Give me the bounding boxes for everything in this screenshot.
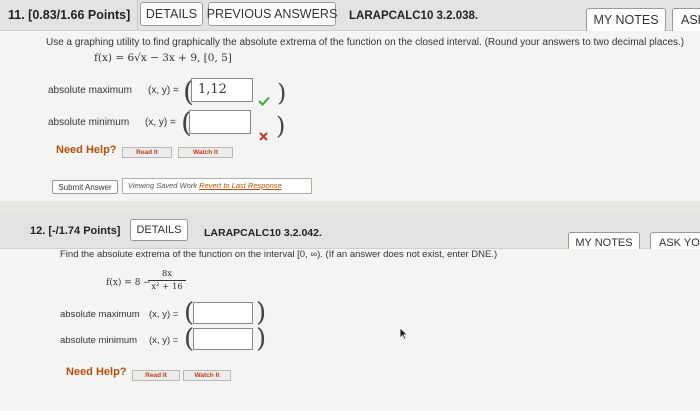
q11-need-help-label: Need Help?: [56, 144, 117, 156]
q11-header-divider: [137, 0, 138, 30]
q11-number-label: 11. [0.83/1.66 Points]: [8, 8, 131, 22]
q11-my-notes-button[interactable]: MY NOTES: [586, 8, 666, 32]
q12-abs-max-input[interactable]: [193, 302, 253, 324]
q12-function-numerator: 8x: [161, 269, 173, 279]
q11-abs-max-close-paren: ): [277, 79, 287, 107]
q12-function-lhs: f(x) = 8 −: [106, 278, 151, 288]
q12-abs-min-label: absolute minimum: [60, 335, 138, 346]
q11-abs-min-input[interactable]: [189, 110, 251, 134]
q11-abs-max-xy-label: (x, y) =: [148, 85, 179, 96]
check-icon: [258, 93, 270, 111]
q11-problem-code: LARAPCALC10 3.2.038.: [349, 10, 479, 22]
cross-icon: [259, 128, 268, 146]
q12-abs-min-close-paren: ): [256, 324, 267, 354]
q11-watch-it-button[interactable]: Watch It: [178, 147, 233, 158]
q12-abs-max-label: absolute maximum: [60, 309, 140, 320]
q11-abs-min-close-paren: ): [276, 112, 286, 140]
q12-details-button[interactable]: DETAILS: [130, 219, 188, 241]
q11-viewing-saved-work: Viewing Saved Work Revert to Last Respon…: [128, 181, 282, 190]
q11-abs-max-label: absolute maximum: [48, 85, 132, 96]
q12-function-fraction: 8x x² + 16: [148, 269, 186, 292]
q11-ask-button[interactable]: ASK: [672, 8, 700, 32]
q12-need-help-label: Need Help?: [66, 366, 127, 378]
q11-details-button[interactable]: DETAILS: [140, 2, 203, 26]
q12-problem-code: LARAPCALC10 3.2.042.: [204, 227, 322, 239]
q11-revert-link[interactable]: Revert to Last Response: [199, 181, 282, 190]
q12-instructions: Find the absolute extrema of the functio…: [60, 249, 498, 260]
q12-body: [0, 249, 700, 411]
q11-abs-min-xy-label: (x, y) =: [145, 117, 176, 128]
q12-abs-max-xy-label: (x, y) =: [149, 309, 179, 320]
q12-abs-min-input[interactable]: [193, 328, 253, 350]
q11-instructions: Use a graphing utility to find graphical…: [46, 37, 685, 48]
q12-function-denominator: x² + 16: [151, 282, 183, 292]
q12-watch-it-button[interactable]: Watch It: [183, 370, 231, 381]
mouse-cursor-icon: [399, 327, 409, 345]
q11-previous-answers-button[interactable]: PREVIOUS ANSWERS: [207, 2, 337, 26]
q12-read-it-button[interactable]: Read It: [132, 370, 180, 381]
q12-number-label: 12. [-/1.74 Points]: [30, 225, 121, 237]
q11-abs-min-label: absolute minimum: [48, 117, 130, 128]
q11-viewing-text: Viewing Saved Work: [128, 181, 198, 190]
q11-function: f(x) = 6√x − 3x + 9, [0, 5]: [94, 52, 232, 64]
q11-submit-answer-button[interactable]: Submit Answer: [52, 180, 118, 194]
q11-read-it-button[interactable]: Read It: [122, 147, 172, 158]
q12-abs-min-xy-label: (x, y) =: [149, 335, 179, 346]
q11-abs-max-input[interactable]: 1,12: [191, 78, 253, 102]
